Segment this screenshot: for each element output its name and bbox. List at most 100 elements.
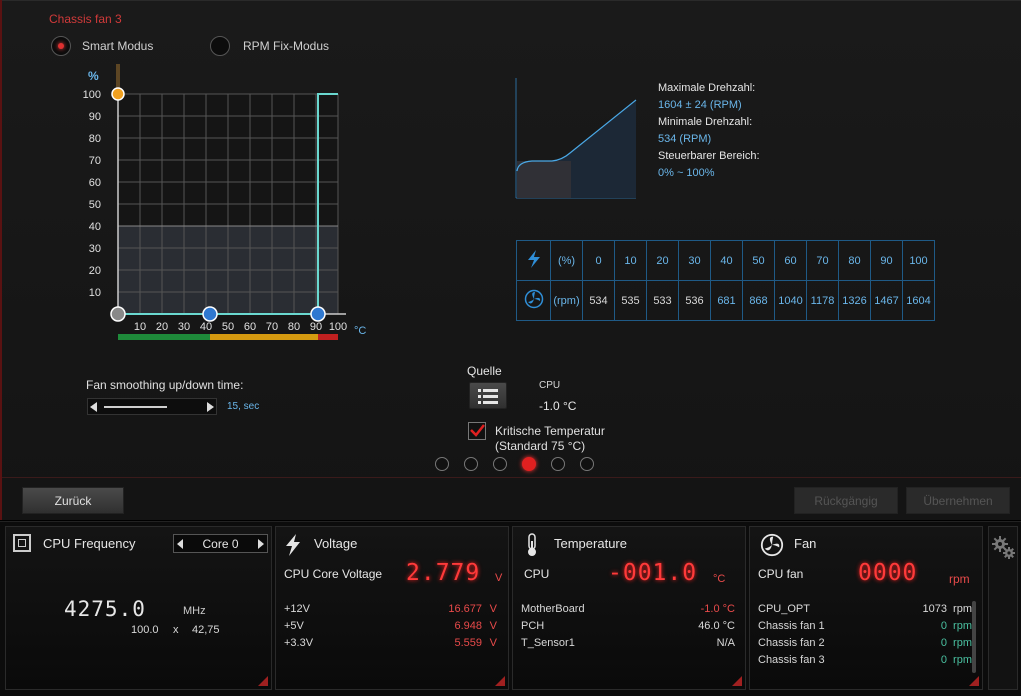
checkmark-icon <box>470 424 485 437</box>
monitor-bar: CPU Frequency Core 0 4275.0 MHz 100.0 x … <box>0 521 1021 696</box>
rpm-cell: 533 <box>646 280 679 321</box>
x-tick-label: 40 <box>200 321 212 333</box>
cpu-core-voltage-label: CPU Core Voltage <box>284 567 383 581</box>
fan-panel: Fan CPU fan 0000 rpm CPU_OPT 1073 rpm Ch… <box>749 526 983 690</box>
critical-temp-label: Kritische Temperatur (Standard 75 °C) <box>495 424 605 454</box>
smoothing-value: 15, sec <box>227 401 260 412</box>
critical-temp-line1: Kritische Temperatur <box>495 424 605 438</box>
page-dot-4[interactable] <box>522 457 536 471</box>
temp-row-label: T_Sensor1 <box>521 637 575 649</box>
gear-icon[interactable] <box>991 535 1017 561</box>
cpu-frequency-title: CPU Frequency <box>43 536 136 551</box>
y-tick-label: 100 <box>83 89 101 101</box>
list-icon <box>478 388 498 404</box>
panel-title: Chassis fan 3 <box>49 12 122 26</box>
fan-row-unit: rpm <box>953 654 972 666</box>
slider-left-arrow-icon[interactable] <box>90 402 97 412</box>
temp-row-value: -1.0 °C <box>700 603 735 615</box>
cpu-temp-label: CPU <box>524 567 550 581</box>
y-tick-label: 50 <box>89 199 101 211</box>
ratio-value: 42,75 <box>192 624 220 636</box>
rpm-cell: 681 <box>710 280 743 321</box>
smoothing-label: Fan smoothing up/down time: <box>86 378 244 392</box>
fan-curve-graph[interactable]: % 100 90 80 70 60 50 40 30 20 10 10 20 30 40 50 60 70 80 90… <box>72 60 382 350</box>
rpm-cell: 535 <box>614 280 647 321</box>
settings-panel <box>988 526 1018 690</box>
slider-track[interactable] <box>104 406 167 408</box>
smoothing-slider[interactable] <box>87 398 217 415</box>
pct-cell: 70 <box>806 240 839 281</box>
pct-cell: 10 <box>614 240 647 281</box>
core-next-icon[interactable] <box>258 539 264 549</box>
x-tick-label: 10 <box>134 321 146 333</box>
rpm-cell: 1326 <box>838 280 871 321</box>
curve-handle-2 <box>202 306 218 322</box>
back-button[interactable]: Zurück <box>22 487 124 514</box>
cpu-frequency-unit: MHz <box>183 605 206 617</box>
volt-row-unit: V <box>489 603 497 615</box>
y-tick-label: 90 <box>89 111 101 123</box>
cpu-frequency-panel: CPU Frequency Core 0 4275.0 MHz 100.0 x … <box>5 526 272 690</box>
temperature-panel: Temperature CPU -001.0 °C MotherBoard -1… <box>512 526 746 690</box>
page-dot-2[interactable] <box>464 457 478 471</box>
slider-right-arrow-icon[interactable] <box>207 402 214 412</box>
x-tick-label: 90 <box>310 321 322 333</box>
rpm-cell: 1040 <box>774 280 807 321</box>
rpm-fix-mode-label: RPM Fix-Modus <box>243 39 330 53</box>
x-tick-label: 80 <box>288 321 300 333</box>
pct-cell: 50 <box>742 240 775 281</box>
pct-cell: 40 <box>710 240 743 281</box>
y-tick-label: 70 <box>89 155 101 167</box>
voltage-panel: Voltage CPU Core Voltage 2.779 V +12V 16… <box>275 526 509 690</box>
fan-row-unit: rpm <box>953 603 972 615</box>
volt-row-value: 5.559 <box>454 637 482 649</box>
range-label: Steuerbarer Bereich: <box>658 150 760 162</box>
apply-button[interactable]: Übernehmen <box>906 487 1010 514</box>
y-unit-label: % <box>88 69 99 83</box>
pct-cell: 60 <box>774 240 807 281</box>
temp-band-yellow <box>210 334 318 340</box>
rpm-unit: (rpm) <box>550 280 583 321</box>
fan-icon <box>516 280 551 321</box>
cpu-chip-icon <box>13 534 31 552</box>
y-tick-label: 60 <box>89 177 101 189</box>
min-rpm-label: Minimale Drehzahl: <box>658 116 753 128</box>
smart-mode-radio[interactable] <box>51 36 71 56</box>
pct-cell: 20 <box>646 240 679 281</box>
fan-control-panel: Chassis fan 3 Smart Modus RPM Fix-Modus … <box>0 0 1021 520</box>
x-tick-label: 30 <box>178 321 190 333</box>
rpm-stats: Maximale Drehzahl: 1604 ± 24 (RPM) Minim… <box>658 80 760 182</box>
rpm-fix-mode-radio[interactable] <box>210 36 230 56</box>
rpm-cell: 868 <box>742 280 775 321</box>
fan-row-label: Chassis fan 3 <box>758 654 825 666</box>
rpm-cell: 534 <box>582 280 615 321</box>
fan-list-scrollbar[interactable] <box>972 601 976 673</box>
source-list-button[interactable] <box>469 382 507 409</box>
temp-band-red <box>318 334 338 340</box>
curve-handle-1 <box>110 306 126 322</box>
undo-button[interactable]: Rückgängig <box>794 487 898 514</box>
cpu-temp-value: -001.0 <box>608 560 698 586</box>
x-tick-label: 100 <box>329 321 347 333</box>
page-dot-6[interactable] <box>580 457 594 471</box>
rpm-cell: 1178 <box>806 280 839 321</box>
fan-row-value: 0 <box>940 620 947 632</box>
smart-mode-label: Smart Modus <box>82 39 154 53</box>
y-tick-label: 10 <box>89 287 101 299</box>
rpm-cell: 1467 <box>870 280 903 321</box>
cpu-frequency-value: 4275.0 <box>64 597 146 621</box>
page-dot-1[interactable] <box>435 457 449 471</box>
temp-band-green <box>118 334 210 340</box>
fan-row-label: Chassis fan 1 <box>758 620 825 632</box>
x-tick-label: 60 <box>244 321 256 333</box>
fan-row-unit: rpm <box>953 620 972 632</box>
core-select[interactable]: Core 0 <box>173 534 268 553</box>
pct-cell: 30 <box>678 240 711 281</box>
page-dot-5[interactable] <box>551 457 565 471</box>
volt-row-label: +5V <box>284 620 304 632</box>
page-dot-3[interactable] <box>493 457 507 471</box>
bolt-icon <box>286 534 300 556</box>
pct-cell: 80 <box>838 240 871 281</box>
source-label: Quelle <box>467 364 502 378</box>
critical-temp-checkbox[interactable] <box>468 422 486 440</box>
